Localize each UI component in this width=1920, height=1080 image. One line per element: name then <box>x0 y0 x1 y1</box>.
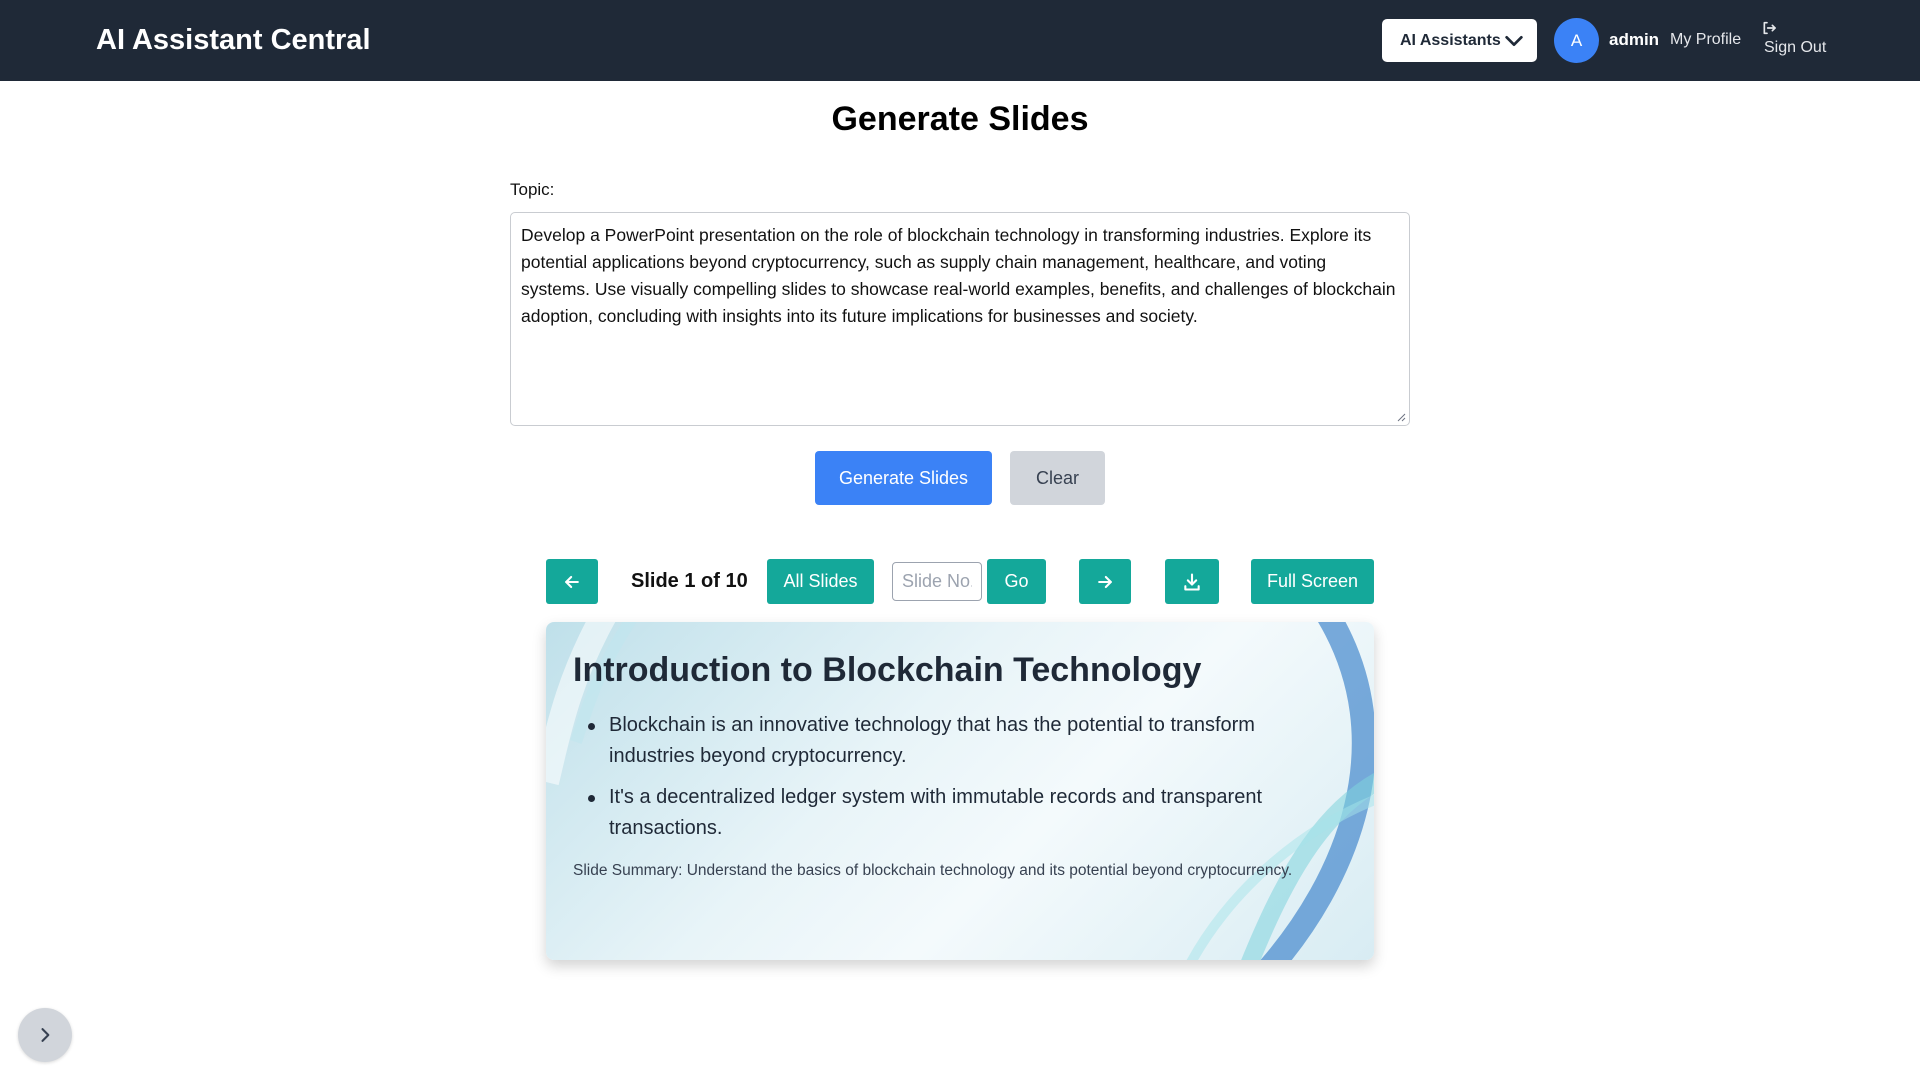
full-screen-button[interactable]: Full Screen <box>1251 559 1374 604</box>
sign-out-button[interactable]: Sign Out <box>1761 20 1831 62</box>
topic-text: Develop a PowerPoint presentation on the… <box>521 225 1396 326</box>
slide-bullet: It's a decentralized ledger system with … <box>573 782 1273 844</box>
slide-title: Introduction to Blockchain Technology <box>573 651 1202 689</box>
arrow-left-icon <box>565 575 579 588</box>
chevron-down-icon <box>1505 35 1523 46</box>
sign-out-label: Sign Out <box>1764 39 1827 56</box>
topic-label: Topic: <box>510 180 555 199</box>
next-slide-button[interactable] <box>1079 559 1131 604</box>
topic-textarea[interactable]: Develop a PowerPoint presentation on the… <box>510 212 1410 426</box>
top-navbar: AI Assistant Central AI Assistants A adm… <box>0 0 1920 81</box>
ai-assistants-label: AI Assistants <box>1400 31 1501 49</box>
download-button[interactable] <box>1165 559 1219 604</box>
slide-bullet: Blockchain is an innovative technology t… <box>573 710 1273 772</box>
slide-bullet-list: Blockchain is an innovative technology t… <box>573 710 1273 854</box>
slide-summary: Slide Summary: Understand the basics of … <box>573 862 1293 879</box>
all-slides-button[interactable]: All Slides <box>767 559 874 604</box>
username: admin <box>1609 30 1660 49</box>
avatar[interactable]: A <box>1554 18 1599 63</box>
sign-out-icon <box>1763 21 1776 35</box>
prev-slide-button[interactable] <box>546 559 598 604</box>
resize-grip-icon[interactable] <box>1396 412 1406 422</box>
ai-assistants-dropdown[interactable]: AI Assistants <box>1382 19 1537 62</box>
go-button[interactable]: Go <box>987 559 1046 604</box>
my-profile-link[interactable]: My Profile <box>1670 31 1741 49</box>
slide-preview: Introduction to Blockchain Technology Bl… <box>546 622 1374 960</box>
page-title: Generate Slides <box>831 100 1089 138</box>
slide-counter: Slide 1 of 10 <box>631 570 748 592</box>
sidebar-toggle-button[interactable] <box>18 1008 72 1062</box>
chevron-right-icon <box>41 1028 50 1042</box>
clear-button[interactable]: Clear <box>1010 451 1105 505</box>
download-icon <box>1184 572 1200 591</box>
arrow-right-icon <box>1098 575 1112 588</box>
generate-slides-button[interactable]: Generate Slides <box>815 451 992 505</box>
slide-number-input[interactable] <box>892 562 982 601</box>
brand-title[interactable]: AI Assistant Central <box>96 24 371 57</box>
